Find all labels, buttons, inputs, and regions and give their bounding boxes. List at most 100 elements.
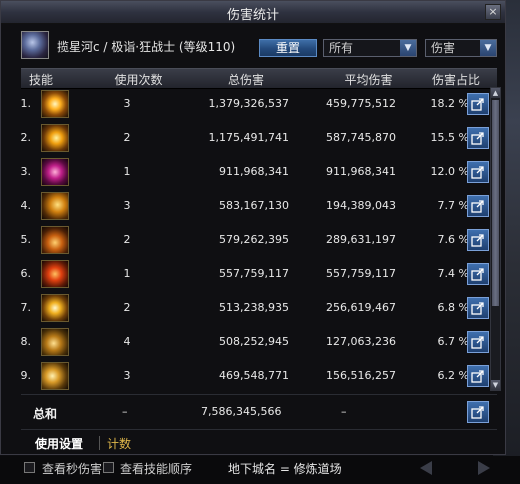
row-index: 1.: [20, 97, 32, 110]
row-index: 8.: [20, 335, 32, 348]
avg-damage-cell: 459,775,512: [326, 97, 396, 110]
share-icon: [471, 200, 484, 213]
share-button[interactable]: [467, 93, 489, 115]
table-row[interactable]: 1. 3 1,379,326,537 459,775,512 18.2 %: [21, 87, 489, 121]
scroll-up-icon[interactable]: ▲: [491, 88, 500, 98]
filter-dropdown-value: 所有: [329, 41, 354, 55]
uses-cell: 3: [123, 97, 131, 110]
type-dropdown-value: 伤害: [431, 41, 456, 55]
share-icon: [471, 336, 484, 349]
uses-cell: 2: [123, 233, 131, 246]
share-button[interactable]: [467, 331, 489, 353]
total-damage-cell: 508,252,945: [219, 335, 289, 348]
arrow-left-icon[interactable]: [420, 461, 432, 475]
table-row[interactable]: 7. 2 513,238,935 256,619,467 6.8 %: [21, 291, 489, 325]
type-dropdown[interactable]: 伤害 ▼: [425, 39, 497, 57]
column-header-uses[interactable]: 使用次数: [96, 71, 181, 88]
skill-icon-blood: [41, 158, 69, 186]
avg-damage-cell: 587,745,870: [326, 131, 396, 144]
uses-cell: 1: [123, 267, 131, 280]
table-row[interactable]: 4. 3 583,167,130 194,389,043 7.7 %: [21, 189, 489, 223]
share-icon: [471, 98, 484, 111]
total-damage-cell: 579,262,395: [219, 233, 289, 246]
damage-stats-window: 伤害统计 × 揽星河c / 极诣·狂战士 (等级110) 重置 所有 ▼ 伤害 …: [0, 0, 506, 455]
skill-icon-flame: [41, 260, 69, 288]
total-damage-cell: 469,548,771: [219, 369, 289, 382]
table-row[interactable]: 8. 4 508,252,945 127,063,236 6.7 %: [21, 325, 489, 359]
share-button[interactable]: [467, 161, 489, 183]
share-button[interactable]: [467, 263, 489, 285]
share-button[interactable]: [467, 195, 489, 217]
bottom-tabs: 使用设置 计数: [21, 432, 497, 454]
total-damage-cell: 911,968,341: [219, 165, 289, 178]
skill-icon-strike: [41, 328, 69, 356]
avatar: [21, 31, 49, 59]
share-icon: [471, 166, 484, 179]
total-row: 总和 – 7,586,345,566 –: [21, 397, 497, 427]
share-button[interactable]: [467, 229, 489, 251]
reset-button[interactable]: 重置: [259, 39, 317, 57]
share-icon: [471, 302, 484, 315]
uses-cell: 3: [123, 199, 131, 212]
scrollbar[interactable]: ▲ ▼: [490, 87, 501, 391]
avg-damage-cell: 289,631,197: [326, 233, 396, 246]
table-row[interactable]: 9. 3 469,548,771 156,516,257 6.2 %: [21, 359, 489, 393]
share-button[interactable]: [467, 365, 489, 387]
column-header-pct[interactable]: 伤害占比: [416, 71, 496, 88]
column-header-skill[interactable]: 技能: [21, 71, 61, 88]
table-header: 技能 使用次数 总伤害 平均伤害 伤害占比: [21, 68, 497, 89]
total-damage-cell: 583,167,130: [219, 199, 289, 212]
checkbox-dps-label: 查看秒伤害: [42, 462, 103, 476]
damage-pct-cell: 7.4 %: [437, 267, 469, 280]
skill-icon-nova: [41, 294, 69, 322]
share-button[interactable]: [467, 297, 489, 319]
divider: [21, 394, 497, 395]
total-damage-cell: 513,238,935: [219, 301, 289, 314]
share-icon: [471, 132, 484, 145]
title-bar[interactable]: 伤害统计 ×: [1, 1, 505, 24]
avg-damage-cell: 557,759,117: [326, 267, 396, 280]
skill-icon-crescent: [41, 362, 69, 390]
row-index: 6.: [20, 267, 32, 280]
row-index: 3.: [20, 165, 32, 178]
checkbox-dps[interactable]: [24, 462, 35, 473]
damage-pct-cell: 7.6 %: [437, 233, 469, 246]
filter-dropdown[interactable]: 所有 ▼: [323, 39, 417, 57]
arrow-right-icon[interactable]: [478, 461, 490, 475]
checkbox-skill-order[interactable]: [103, 462, 114, 473]
table-row[interactable]: 3. 1 911,968,341 911,968,341 12.0 %: [21, 155, 489, 189]
damage-pct-cell: 12.0 %: [430, 165, 469, 178]
skill-icon-slash: [41, 124, 69, 152]
avg-damage-cell: 127,063,236: [326, 335, 396, 348]
skill-icon-burst: [41, 90, 69, 118]
window-title: 伤害统计: [226, 8, 279, 23]
avg-damage-cell: 256,619,467: [326, 301, 396, 314]
table-row[interactable]: 2. 2 1,175,491,741 587,745,870 15.5 %: [21, 121, 489, 155]
total-label: 总和: [33, 407, 58, 421]
uses-cell: 3: [123, 369, 131, 382]
column-header-avg[interactable]: 平均伤害: [311, 71, 426, 88]
damage-pct-cell: 7.7 %: [437, 199, 469, 212]
scroll-thumb[interactable]: [492, 100, 499, 306]
damage-pct-cell: 6.7 %: [437, 335, 469, 348]
share-button[interactable]: [467, 127, 489, 149]
share-button[interactable]: [467, 401, 489, 423]
tab-count[interactable]: 计数: [107, 435, 131, 452]
uses-cell: 1: [123, 165, 131, 178]
total-avg: –: [341, 405, 347, 418]
share-icon: [471, 406, 484, 419]
damage-pct-cell: 6.8 %: [437, 301, 469, 314]
scroll-down-icon[interactable]: ▼: [491, 380, 500, 390]
chevron-down-icon: ▼: [480, 40, 496, 56]
tab-usage-settings[interactable]: 使用设置: [35, 435, 83, 452]
table-row[interactable]: 6. 1 557,759,117 557,759,117 7.4 %: [21, 257, 489, 291]
damage-pct-cell: 18.2 %: [430, 97, 469, 110]
header: 揽星河c / 极诣·狂战士 (等级110) 重置 所有 ▼ 伤害 ▼: [1, 23, 505, 67]
close-button[interactable]: ×: [485, 4, 501, 20]
column-header-total[interactable]: 总伤害: [181, 71, 311, 88]
footer-bar: 查看秒伤害 查看技能顺序 地下城名 = 修炼道场: [0, 456, 520, 484]
skill-icon-rage: [41, 226, 69, 254]
row-index: 2.: [20, 131, 32, 144]
table-row[interactable]: 5. 2 579,262,395 289,631,197 7.6 %: [21, 223, 489, 257]
dungeon-name: 地下城名 = 修炼道场: [228, 462, 342, 476]
